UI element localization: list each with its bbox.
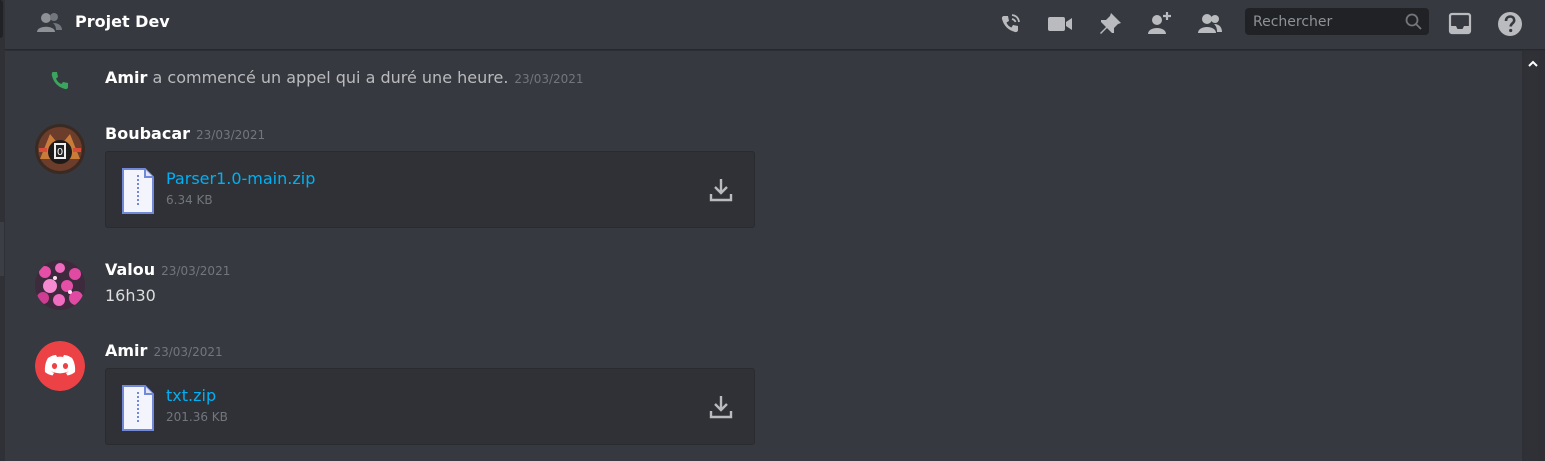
file-name-link[interactable]: txt.zip <box>166 386 216 405</box>
call-description: a commencé un appel qui a duré une heure… <box>147 68 509 87</box>
file-attachment: Parser1.0-main.zip 6.34 KB <box>105 151 755 228</box>
avatar[interactable]: 0 <box>35 124 85 174</box>
pinned-messages-icon[interactable] <box>1095 9 1125 39</box>
inbox-icon[interactable] <box>1445 9 1475 39</box>
page-title: Projet Dev <box>75 12 170 31</box>
timestamp: 23/03/2021 <box>196 128 266 142</box>
call-system-message: Amir a commencé un appel qui a duré une … <box>0 65 900 93</box>
zip-file-icon <box>121 384 155 432</box>
call-author[interactable]: Amir <box>105 68 147 87</box>
file-attachment: txt.zip 201.36 KB <box>105 368 755 445</box>
file-size: 201.36 KB <box>166 410 228 424</box>
file-name-link[interactable]: Parser1.0-main.zip <box>166 169 315 188</box>
search-input[interactable] <box>1245 8 1395 35</box>
group-dm-icon <box>35 11 63 35</box>
message-item: Amir 23/03/2021 txt.zip 201.36 KB <box>0 341 1400 451</box>
phone-call-icon <box>49 69 71 91</box>
zip-file-icon <box>121 167 155 215</box>
avatar[interactable] <box>35 260 85 310</box>
message-content: 16h30 <box>105 286 156 305</box>
message-item: Valou 23/03/2021 16h30 <box>0 260 1400 314</box>
add-friends-to-dm-icon[interactable] <box>1145 9 1175 39</box>
message-list: Amir a commencé un appel qui a duré une … <box>0 51 1520 461</box>
username[interactable]: Valou <box>105 260 155 279</box>
scrollbar[interactable] <box>1522 51 1545 461</box>
username[interactable]: Amir <box>105 341 147 360</box>
username[interactable]: Boubacar <box>105 124 190 143</box>
help-icon[interactable] <box>1495 9 1525 39</box>
file-size: 6.34 KB <box>166 193 213 207</box>
start-video-call-icon[interactable] <box>1045 9 1075 39</box>
message-item: 0 Boubacar 23/03/2021 Parser1.0-main.zip … <box>0 124 1400 234</box>
search-bar[interactable] <box>1245 8 1429 35</box>
scroll-up-arrow-icon[interactable] <box>1526 55 1540 67</box>
timestamp: 23/03/2021 <box>514 72 584 86</box>
sidebar-edge-nub <box>0 0 3 38</box>
scrollbar-track[interactable] <box>1525 51 1539 461</box>
download-icon[interactable] <box>708 393 734 421</box>
search-icon[interactable] <box>1404 12 1423 31</box>
timestamp: 23/03/2021 <box>161 264 231 278</box>
avatar[interactable] <box>35 341 85 391</box>
timestamp: 23/03/2021 <box>153 345 223 359</box>
channel-header: Projet Dev <box>5 0 1545 50</box>
start-voice-call-icon[interactable] <box>995 9 1025 39</box>
svg-text:0: 0 <box>57 147 63 158</box>
member-list-icon[interactable] <box>1195 9 1225 39</box>
download-icon[interactable] <box>708 176 734 204</box>
